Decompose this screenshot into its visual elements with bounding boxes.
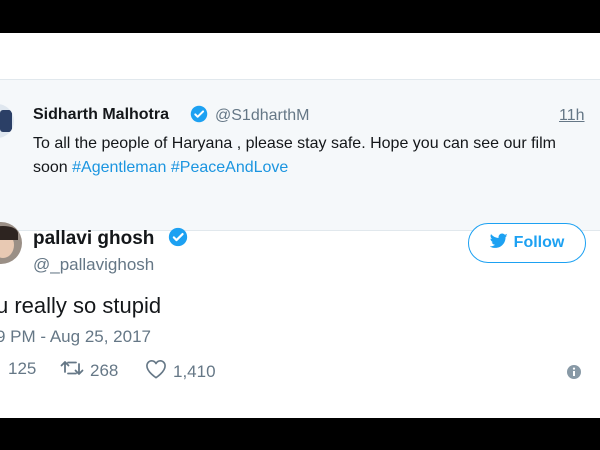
like-icon [145, 359, 167, 384]
retweet-action[interactable]: 268 [60, 359, 118, 382]
info-icon[interactable] [566, 364, 582, 385]
hashtag-link[interactable]: #Agentleman [72, 159, 166, 176]
quoted-tweet-text: To all the people of Haryana , please st… [33, 132, 593, 180]
retweet-icon [60, 359, 84, 382]
follow-button-label: Follow [513, 234, 565, 251]
verified-badge-icon [168, 227, 188, 252]
tweet-card: Sidharth Malhotra @S1dharthM 11h To all … [0, 33, 600, 418]
retweet-count: 268 [90, 360, 119, 380]
quoted-author-handle[interactable]: @S1dharthM [215, 107, 310, 125]
tweet-timestamp[interactable]: 9 PM - Aug 25, 2017 [0, 327, 151, 347]
quoted-author-name[interactable]: Sidharth Malhotra [33, 106, 169, 124]
reply-action[interactable]: 125 [8, 359, 36, 379]
tweet-text: u really so stupid [0, 293, 162, 318]
verified-badge-icon [190, 105, 208, 128]
reply-count: 125 [8, 359, 37, 378]
twitter-bird-icon [489, 233, 508, 254]
quoted-avatar[interactable] [0, 104, 14, 138]
author-name[interactable]: pallavi ghosh [33, 228, 154, 250]
like-count: 1,410 [173, 361, 216, 381]
quoted-timestamp[interactable]: 11h [559, 107, 585, 125]
author-handle[interactable]: @_pallavighosh [33, 255, 154, 275]
hashtag-link[interactable]: #PeaceAndLove [171, 159, 288, 176]
like-action[interactable]: 1,410 [145, 359, 216, 384]
quoted-tweet[interactable]: Sidharth Malhotra @S1dharthM 11h To all … [0, 79, 600, 231]
follow-button[interactable]: Follow [468, 223, 586, 263]
